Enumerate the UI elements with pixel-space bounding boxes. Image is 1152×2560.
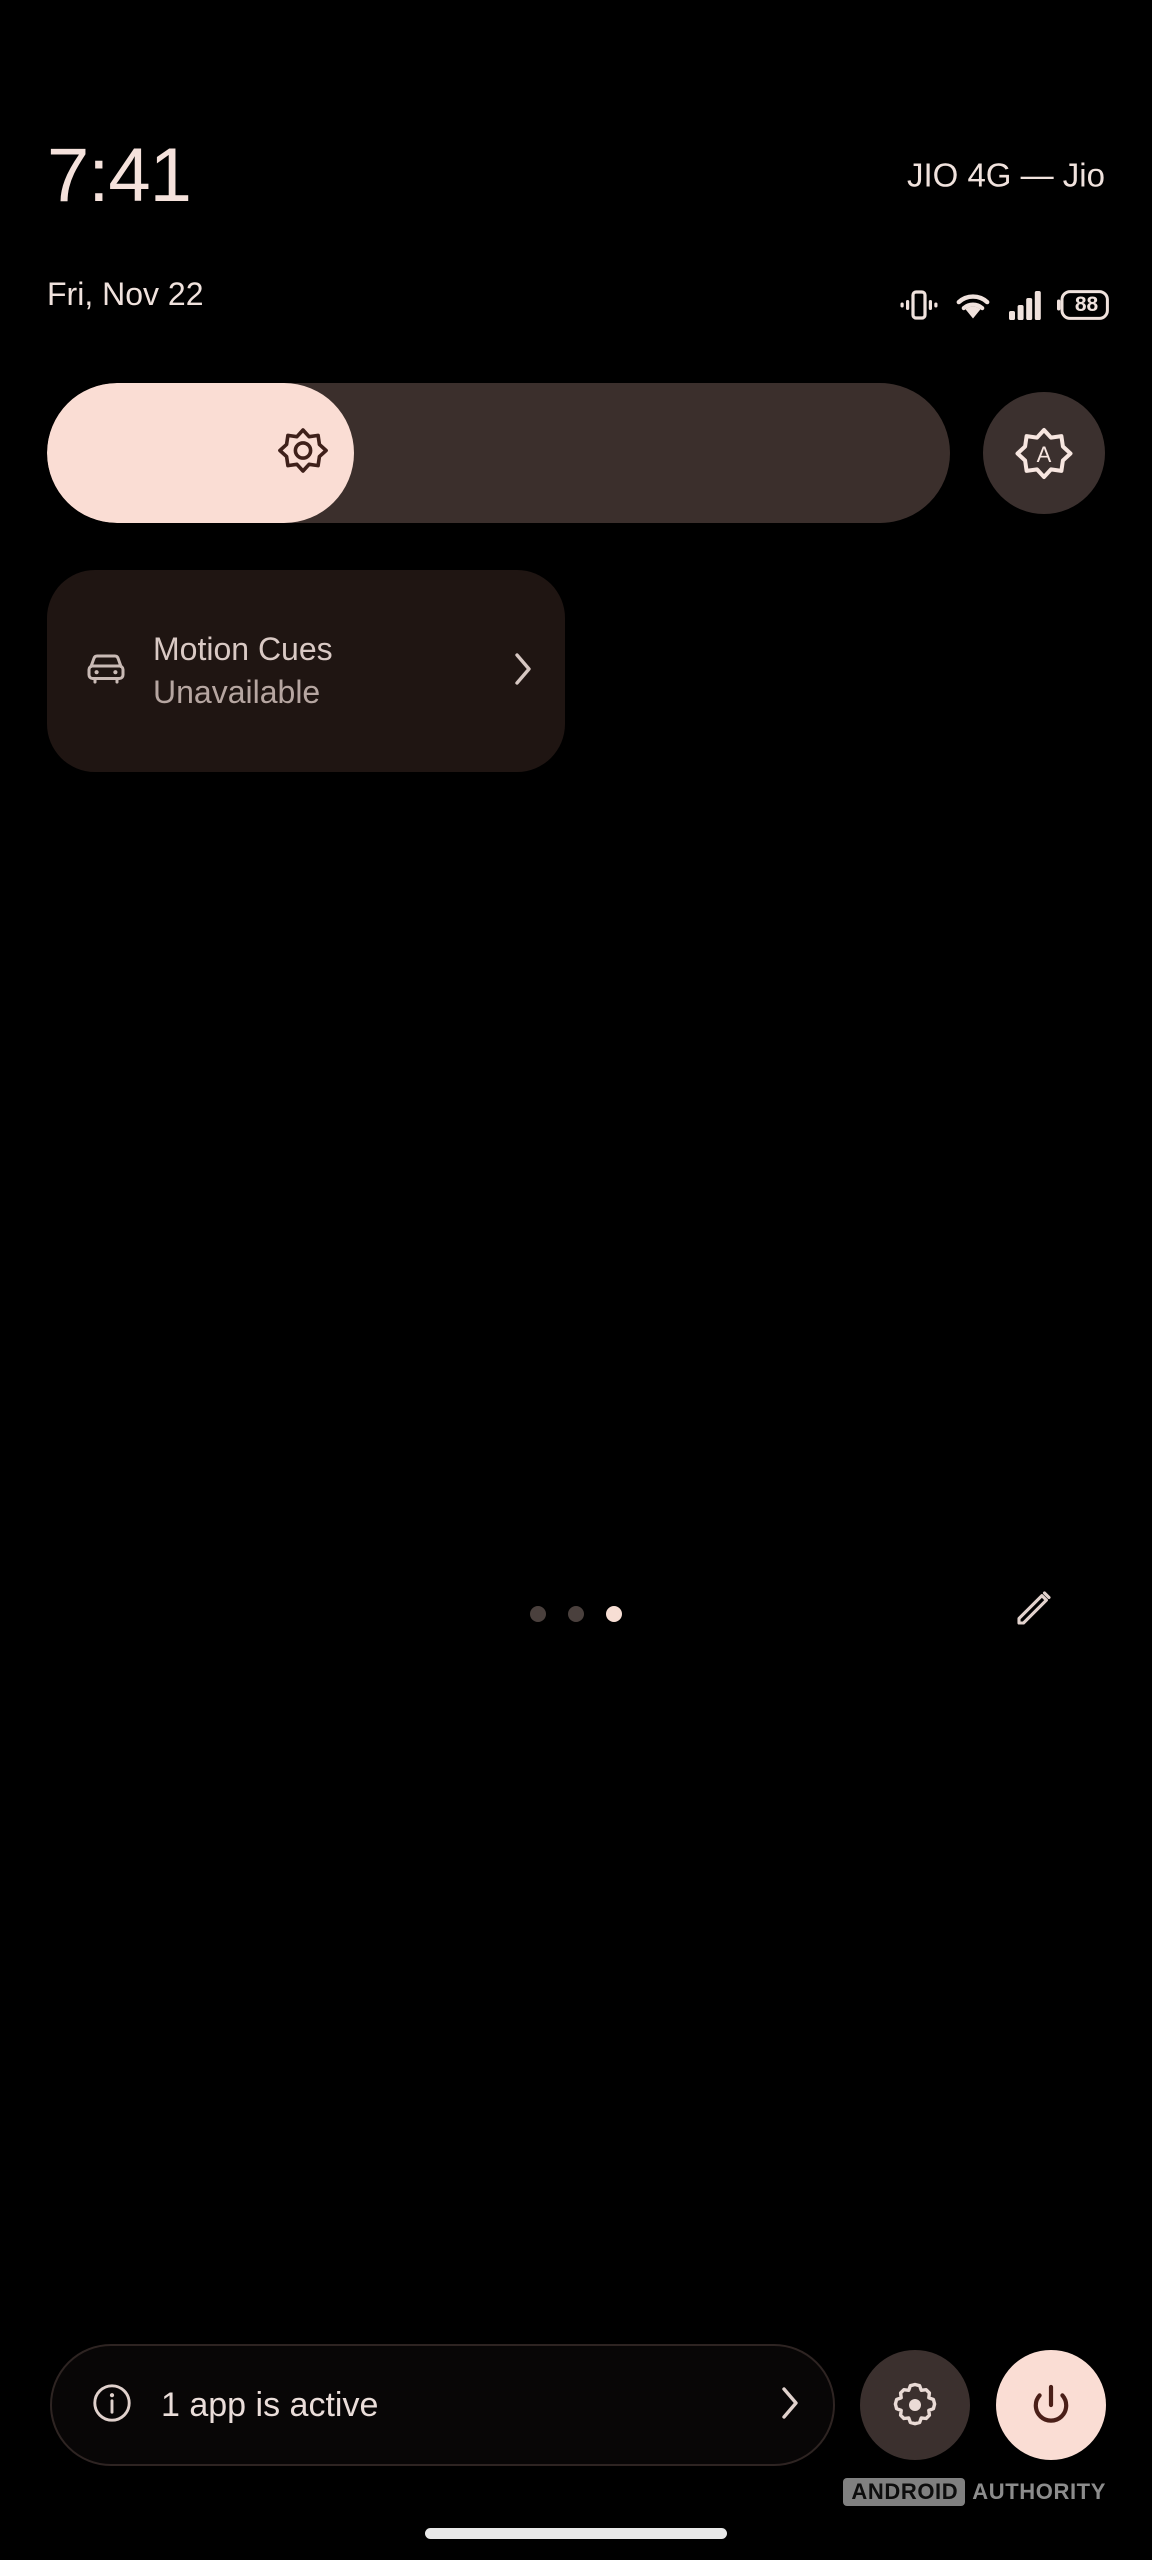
gesture-nav-bar[interactable] [425,2528,727,2539]
brightness-row: A [47,383,1105,523]
cellular-signal-icon [1008,288,1042,322]
footer-bar: 1 app is active [0,2344,1152,2466]
settings-button[interactable] [860,2350,970,2460]
power-button[interactable] [996,2350,1106,2460]
carrier-label: JIO 4G — Jio [906,156,1105,194]
gear-icon [893,2382,937,2426]
chevron-right-icon[interactable] [777,2383,803,2428]
active-apps-button[interactable]: 1 app is active [50,2344,835,2466]
clock[interactable]: 7:41 [47,138,192,214]
tile-title: Motion Cues [153,630,333,667]
page-dot-1[interactable] [530,1606,546,1622]
active-apps-label: 1 app is active [161,2386,379,2424]
watermark: ANDROID AUTHORITY [843,2478,1106,2506]
date-label[interactable]: Fri, Nov 22 [47,278,203,310]
brightness-icon [276,424,330,483]
tile-motion-cues[interactable]: Motion Cues Unavailable [47,570,565,772]
chevron-right-icon[interactable] [509,649,537,694]
wifi-icon [953,288,993,322]
svg-text:A: A [1037,442,1052,467]
brightness-slider[interactable] [47,383,950,523]
tile-subtitle: Unavailable [153,674,321,710]
vibrate-icon [900,288,938,322]
tile-text-group: Motion Cues Unavailable [153,630,501,712]
power-icon [1033,2384,1069,2423]
battery-percent-label: 88 [1074,293,1099,316]
auto-brightness-icon: A [1015,428,1073,479]
battery-icon: 88 [1057,290,1109,320]
quick-settings-panel: 7:41 Fri, Nov 22 JIO 4G — Jio 88 A Motio… [0,0,1152,2560]
info-icon [90,2381,134,2430]
edit-tiles-button[interactable] [1004,1576,1066,1638]
watermark-text: AUTHORITY [972,2479,1106,2504]
auto-brightness-button[interactable]: A [983,392,1105,514]
page-indicator [0,1606,1152,1622]
car-icon [83,646,129,697]
page-dot-2[interactable] [568,1606,584,1622]
watermark-badge: ANDROID [843,2478,966,2506]
pencil-icon [1017,1591,1051,1625]
page-dot-3[interactable] [606,1606,622,1622]
status-icons: 88 [900,288,1109,322]
